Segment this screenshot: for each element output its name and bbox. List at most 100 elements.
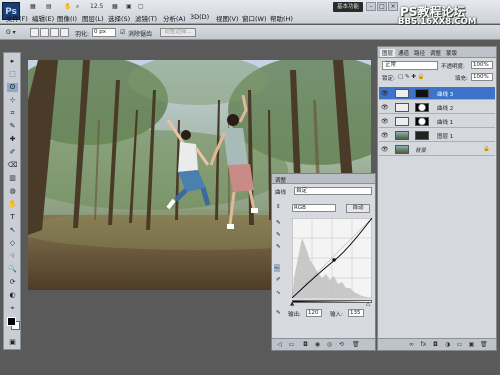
visibility-eye-icon[interactable]: 👁 (381, 146, 389, 153)
tab-layers[interactable]: 图层 (380, 49, 396, 57)
curves-graph[interactable] (292, 218, 372, 298)
hand-tool-icon[interactable]: ◐ (7, 291, 18, 300)
fx-icon[interactable]: fx (420, 341, 427, 348)
maximize-button[interactable]: □ (377, 2, 387, 11)
smooth-icon[interactable]: ∿ (276, 290, 281, 296)
trash-icon[interactable]: 🗑 (480, 341, 488, 348)
menu-view[interactable]: 视图(V) (216, 13, 239, 23)
3d-rotate-tool-icon[interactable]: ☟ (7, 252, 18, 261)
lasso-preset-icon[interactable]: ʘ ▾ (6, 29, 16, 36)
tab-channels[interactable]: 通道 (398, 49, 409, 57)
input-input[interactable]: 135 (348, 309, 364, 317)
tab-masks[interactable]: 蒙版 (446, 49, 457, 57)
grid-icon[interactable]: ▦ (112, 3, 118, 10)
add-mask-icon[interactable]: ◘ (432, 341, 439, 348)
layer-row-curves-1[interactable]: 👁 曲线 1 (379, 115, 495, 128)
subtract-selection-icon[interactable] (50, 28, 59, 37)
menu-image[interactable]: 图像(I) (57, 13, 77, 23)
layer-mask-thumbnail[interactable] (415, 103, 429, 112)
sample-eyedropper-icon[interactable]: ✎ (276, 310, 281, 316)
refine-edge-button[interactable]: 调整边缘... (160, 28, 196, 37)
zoom-tool-icon[interactable]: ⌕ (76, 3, 79, 11)
visibility-eye-icon[interactable]: 👁 (381, 90, 389, 97)
mini-bridge-icon[interactable]: ▤ (46, 3, 52, 10)
eyedropper-tool-icon[interactable]: ✎ (7, 122, 18, 131)
marquee-tool-icon[interactable]: ⬚ (7, 70, 18, 79)
channel-select[interactable]: RGB (292, 204, 336, 212)
brush-tool-icon[interactable]: ✐ (7, 148, 18, 157)
screen-mode-icon[interactable]: ▢ (138, 3, 144, 10)
dodge-tool-icon[interactable]: ✋ (7, 200, 18, 209)
clip-icon[interactable]: ◘ (302, 341, 309, 348)
menu-file[interactable]: 文件(F) (6, 13, 28, 23)
minimize-button[interactable]: – (366, 2, 376, 11)
pencil-draw-icon[interactable]: ✐ (276, 277, 281, 283)
expand-icon[interactable]: ▭ (288, 341, 295, 348)
quick-mask-icon[interactable]: ▣ (7, 338, 18, 347)
menu-filter[interactable]: 滤镜(T) (135, 13, 157, 23)
zoom-level[interactable]: 12.5 (90, 3, 103, 10)
output-input[interactable]: 120 (306, 309, 322, 317)
eyedropper-white-icon[interactable]: ✎ (276, 244, 281, 250)
quick-select-tool-icon[interactable]: ⊹ (7, 96, 18, 105)
new-layer-icon[interactable]: ▣ (468, 341, 475, 348)
menu-window[interactable]: 窗口(W) (242, 13, 267, 23)
zoom-tool-icon[interactable]: 🔍 (7, 265, 18, 274)
antialias-checkbox[interactable]: ☑ (120, 29, 125, 36)
visibility-eye-icon[interactable]: 👁 (381, 104, 389, 111)
br-icon[interactable]: ▦ (30, 3, 36, 10)
foreground-color-swatch[interactable] (7, 317, 16, 326)
visibility-eye-icon[interactable]: 👁 (381, 118, 389, 125)
menu-help[interactable]: 帮助(H) (270, 13, 293, 23)
new-group-icon[interactable]: ▭ (456, 341, 463, 348)
hand-icon[interactable]: ✋ (64, 3, 71, 10)
menu-3d[interactable]: 3D(D) (190, 13, 209, 21)
layer-row-curves-2[interactable]: 👁 曲线 2 (379, 101, 495, 114)
white-point-slider-icon[interactable]: △ (366, 301, 370, 307)
back-icon[interactable]: ◁ (276, 341, 283, 348)
menu-edit[interactable]: 编辑(E) (32, 13, 54, 23)
curves-preset-select[interactable]: 自定 (294, 187, 372, 195)
rotate-view-tool-icon[interactable]: ⟳ (7, 278, 18, 287)
add-selection-icon[interactable] (40, 28, 49, 37)
visibility-icon[interactable]: ◉ (314, 341, 321, 348)
auto-button[interactable]: 自动 (346, 204, 370, 213)
adjustment-layer-icon[interactable]: ◑ (444, 341, 451, 348)
3d-camera-tool-icon[interactable]: ⌖ (7, 304, 18, 313)
gradient-tool-icon[interactable]: ▥ (7, 174, 18, 183)
healing-tool-icon[interactable]: ✚ (7, 135, 18, 144)
menu-layer[interactable]: 图层(L) (82, 13, 104, 23)
opacity-input[interactable]: 100% (471, 61, 493, 69)
workspace-button[interactable]: 基本功能 (333, 2, 363, 12)
menu-select[interactable]: 选择(S) (108, 13, 130, 23)
feather-input[interactable]: 0 px (92, 28, 116, 37)
crop-tool-icon[interactable]: ⌗ (7, 109, 18, 118)
move-tool-icon[interactable]: ▸ (7, 57, 18, 66)
path-select-tool-icon[interactable]: ↖ (7, 226, 18, 235)
delete-icon[interactable]: 🗑 (352, 341, 360, 348)
black-point-slider-icon[interactable]: ▲ (290, 301, 294, 307)
layer-mask-thumbnail[interactable] (415, 131, 429, 140)
reset-icon[interactable]: ⟲ (338, 341, 345, 348)
new-selection-icon[interactable] (30, 28, 39, 37)
fill-input[interactable]: 100% (471, 73, 493, 81)
type-tool-icon[interactable]: T (7, 213, 18, 222)
layer-mask-thumbnail[interactable] (415, 89, 429, 98)
view-previous-icon[interactable]: ◎ (326, 341, 333, 348)
layer-mask-thumbnail[interactable] (415, 117, 429, 126)
lasso-tool-icon[interactable]: ʘ (7, 83, 18, 92)
eyedropper-gray-icon[interactable]: ✎ (276, 232, 281, 238)
shape-tool-icon[interactable]: ◇ (7, 239, 18, 248)
close-button[interactable]: × (388, 2, 398, 11)
tab-adjustments[interactable]: 调整 (430, 49, 441, 57)
curves-panel-tab[interactable]: 调整 (275, 176, 286, 184)
eraser-tool-icon[interactable]: ⌫ (7, 161, 18, 170)
blend-mode-select[interactable]: 正常 (382, 61, 438, 70)
arrange-icon[interactable]: ▣ (126, 3, 132, 10)
tab-paths[interactable]: 路径 (414, 49, 425, 57)
visibility-eye-icon[interactable]: 👁 (381, 132, 389, 139)
menu-analysis[interactable]: 分析(A) (163, 13, 186, 23)
lock-icons[interactable]: ▢ ✎ ✚ 🔒 (398, 74, 425, 80)
link-layers-icon[interactable]: ∞ (408, 341, 415, 348)
layer-row-curves-3[interactable]: 👁 曲线 3 (379, 87, 495, 100)
